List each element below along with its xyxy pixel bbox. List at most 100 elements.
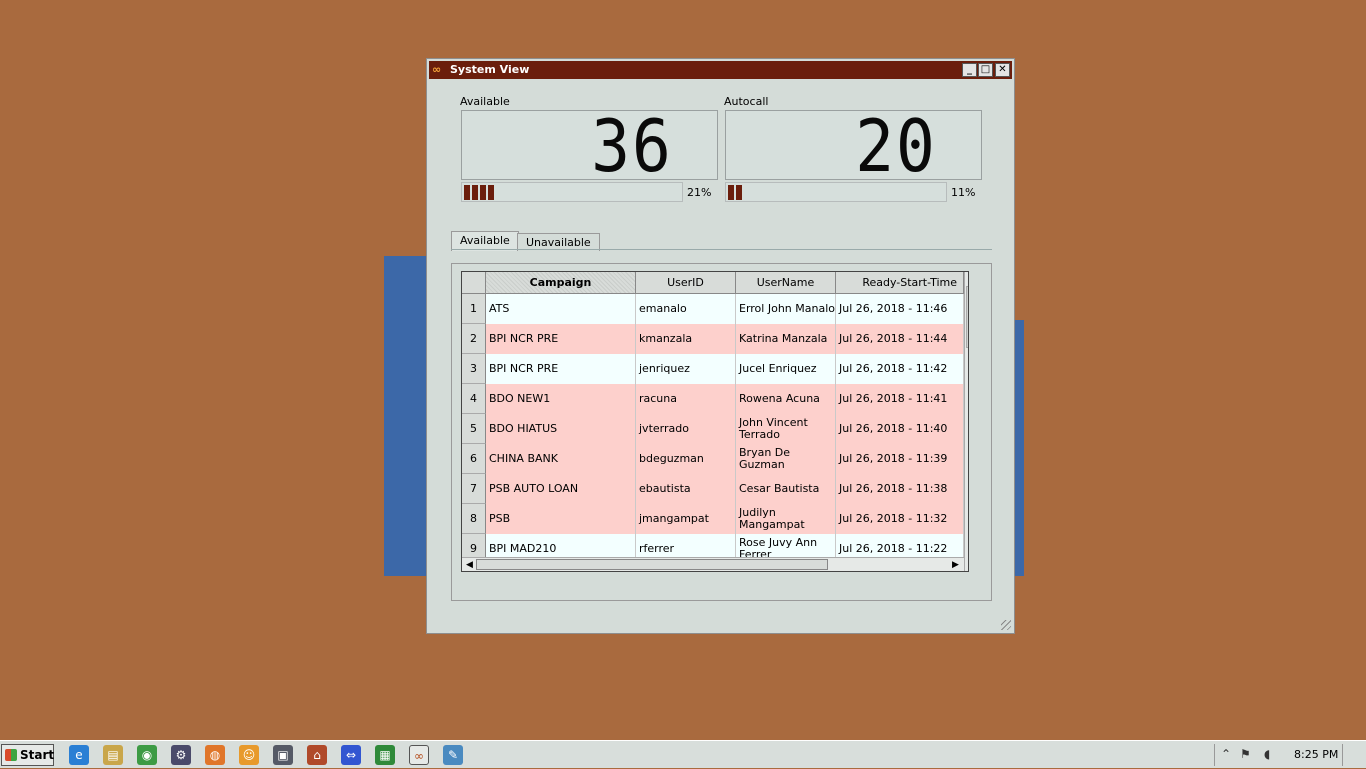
progress-segment	[480, 185, 486, 200]
table-row[interactable]: PSB jmangampat Judilyn Mangampat Jul 26, 20…	[486, 504, 964, 534]
row-number[interactable]: 5	[462, 414, 486, 444]
row-number[interactable]: 2	[462, 324, 486, 354]
system-view-app-icon[interactable]: ∞	[409, 745, 429, 765]
row-number[interactable]: 7	[462, 474, 486, 504]
available-agents-table[interactable]: Campaign UserID UserName Ready-Start-Tim…	[461, 271, 969, 572]
cell-ready-start-time: Jul 26, 2018 - 11:42	[836, 354, 964, 384]
cell-campaign: BDO NEW1	[486, 384, 636, 414]
column-header-ready-start-time[interactable]: Ready-Start-Time	[836, 272, 964, 294]
progress-segment	[488, 185, 494, 200]
column-header-username[interactable]: UserName	[736, 272, 836, 294]
cell-username: Cesar Bautista	[736, 474, 836, 504]
row-number[interactable]: 4	[462, 384, 486, 414]
cell-campaign: BPI NCR PRE	[486, 324, 636, 354]
row-number[interactable]: 8	[462, 504, 486, 534]
system-view-window: ∞ System View _ □ ✕ Available 36 21% Aut…	[426, 58, 1015, 634]
teamviewer-icon[interactable]: ⇔	[341, 745, 361, 765]
table-row[interactable]: BPI NCR PRE jenriquez Jucel Enriquez Jul 26…	[486, 354, 964, 384]
available-count: 36	[591, 104, 673, 188]
start-button[interactable]: Start	[1, 744, 54, 766]
scroll-left-icon[interactable]: ◀	[466, 560, 473, 570]
tab-divider	[451, 249, 992, 250]
cell-campaign: PSB AUTO LOAN	[486, 474, 636, 504]
row-number[interactable]: 6	[462, 444, 486, 474]
action-center-flag-icon[interactable]: ⚑	[1240, 747, 1251, 761]
table-row[interactable]: CHINA BANK bdeguzman Bryan De Guzman Jul 26…	[486, 444, 964, 474]
progress-segment	[736, 185, 742, 200]
vertical-scrollbar[interactable]: ▲ ▼	[964, 272, 969, 571]
progress-segment	[728, 185, 734, 200]
chrome-icon[interactable]: ◉	[137, 745, 157, 765]
available-label: Available	[460, 95, 510, 108]
start-label: Start	[20, 748, 55, 762]
cell-campaign: CHINA BANK	[486, 444, 636, 474]
cell-ready-start-time: Jul 26, 2018 - 11:39	[836, 444, 964, 474]
column-header-campaign[interactable]: Campaign	[486, 272, 636, 294]
contacts-icon[interactable]: ☺	[239, 745, 259, 765]
table-row[interactable]: BPI NCR PRE kmanzala Katrina Manzala Jul 26…	[486, 324, 964, 354]
autocall-count: 20	[855, 104, 937, 188]
autocall-progress-bar	[725, 182, 947, 202]
row-number[interactable]: 1	[462, 294, 486, 324]
cell-userid: kmanzala	[636, 324, 736, 354]
cell-ready-start-time: Jul 26, 2018 - 11:41	[836, 384, 964, 414]
cell-username: Bryan De Guzman	[736, 444, 836, 474]
progress-segment	[464, 185, 470, 200]
cell-campaign: PSB	[486, 504, 636, 534]
cell-userid: jenriquez	[636, 354, 736, 384]
taskbar-clock[interactable]: 8:25 PM	[1294, 741, 1338, 769]
cell-ready-start-time: Jul 26, 2018 - 11:44	[836, 324, 964, 354]
cell-username: Errol John Manalo	[736, 294, 836, 324]
cell-username: Judilyn Mangampat	[736, 504, 836, 534]
table-row[interactable]: BDO HIATUS jvterrado John Vincent Terrado J…	[486, 414, 964, 444]
tray-divider	[1214, 744, 1215, 766]
row-number[interactable]: 3	[462, 354, 486, 384]
cell-username: Rowena Acuna	[736, 384, 836, 414]
remote-desktop-icon[interactable]: ▣	[273, 745, 293, 765]
firefox-icon[interactable]: ◍	[205, 745, 225, 765]
file-explorer-icon[interactable]: ▤	[103, 745, 123, 765]
network-tool-icon[interactable]: ⚙	[171, 745, 191, 765]
cell-userid: racuna	[636, 384, 736, 414]
available-percent: 21%	[687, 186, 712, 199]
cell-campaign: BPI NCR PRE	[486, 354, 636, 384]
cell-campaign: BDO HIATUS	[486, 414, 636, 444]
app-icon: ∞	[432, 63, 442, 76]
scroll-up-icon[interactable]: ▲	[968, 274, 969, 284]
cell-userid: emanalo	[636, 294, 736, 324]
table-row[interactable]: ATS emanalo Errol John Manalo Jul 26, 2018 …	[486, 294, 964, 324]
title-bar[interactable]: ∞ System View _ □ ✕	[429, 61, 1012, 79]
cell-campaign: ATS	[486, 294, 636, 324]
table-corner	[462, 272, 486, 294]
show-hidden-icons-icon[interactable]: ⌃	[1221, 747, 1231, 761]
table-row[interactable]: BDO NEW1 racuna Rowena Acuna Jul 26, 2018 -…	[486, 384, 964, 414]
resize-grip-icon[interactable]	[1001, 620, 1011, 630]
column-header-userid[interactable]: UserID	[636, 272, 736, 294]
table-row[interactable]: PSB AUTO LOAN ebautista Cesar Bautista Jul …	[486, 474, 964, 504]
tab-available[interactable]: Available	[451, 231, 519, 251]
notepad-icon[interactable]: ✎	[443, 745, 463, 765]
windows-logo-icon	[5, 749, 17, 761]
horizontal-scrollbar[interactable]: ◀ ▶	[462, 557, 964, 571]
cell-ready-start-time: Jul 26, 2018 - 11:40	[836, 414, 964, 444]
available-progress-bar	[461, 182, 683, 202]
internet-explorer-icon[interactable]: e	[69, 745, 89, 765]
cell-userid: jmangampat	[636, 504, 736, 534]
scroll-down-icon[interactable]: ▼	[968, 559, 969, 569]
network-map-icon[interactable]: ⌂	[307, 745, 327, 765]
cell-username: Katrina Manzala	[736, 324, 836, 354]
cell-userid: jvterrado	[636, 414, 736, 444]
spreadsheet-icon[interactable]: ▦	[375, 745, 395, 765]
maximize-button[interactable]: □	[978, 63, 993, 77]
close-button[interactable]: ✕	[995, 63, 1010, 77]
volume-icon[interactable]: ◖	[1264, 747, 1270, 761]
minimize-button[interactable]: _	[962, 63, 977, 77]
autocall-percent: 11%	[951, 186, 976, 199]
cell-username: John Vincent Terrado	[736, 414, 836, 444]
cell-username: Jucel Enriquez	[736, 354, 836, 384]
taskbar: Start e ▤ ◉ ⚙ ◍ ☺ ▣ ⌂ ⇔ ▦ ∞ ✎ ⌃ ⚑ ◖ 8:25 PM	[0, 740, 1366, 768]
horizontal-scroll-thumb[interactable]	[476, 559, 828, 570]
scroll-right-icon[interactable]: ▶	[952, 560, 959, 570]
background-window-fragment	[1014, 320, 1024, 576]
vertical-scroll-thumb[interactable]	[966, 286, 968, 348]
